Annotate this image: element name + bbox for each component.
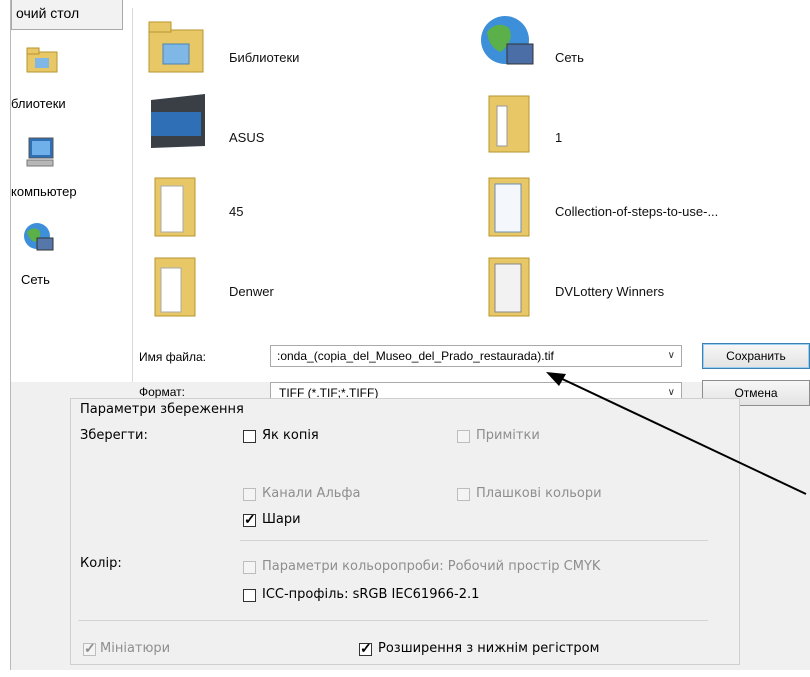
- layers-label: Шари: [262, 512, 301, 527]
- color-label: Колір:: [80, 556, 122, 571]
- file-name: ASUS: [229, 130, 265, 145]
- thumbnails-checkbox[interactable]: ✓: [83, 640, 96, 656]
- proof-setup-label: Параметри кольоропроби: Робочий простір …: [262, 559, 601, 574]
- sidebar-item-label: блиотеки: [11, 96, 66, 111]
- file-name: Сеть: [555, 50, 584, 65]
- filename-value: :onda_(copia_del_Museo_del_Prado_restaur…: [277, 349, 554, 363]
- asus-drive-icon: [151, 94, 205, 148]
- file-name: 45: [229, 204, 244, 219]
- spot-colors-checkbox[interactable]: [457, 488, 470, 501]
- file-name: Collection-of-steps-to-use-...: [555, 204, 719, 219]
- annotation-arrow-icon: [546, 372, 807, 495]
- as-copy-label: Як копія: [262, 428, 319, 443]
- filename-label: Имя файла:: [139, 350, 206, 364]
- file-name: 1: [555, 130, 563, 145]
- notes-checkbox[interactable]: [457, 430, 470, 443]
- lowercase-extension-label: Розширення з нижнім регістром: [378, 641, 600, 656]
- list-item[interactable]: 45: [145, 172, 445, 242]
- divider: [240, 540, 708, 541]
- sidebar-item-desktop[interactable]: очий стол: [11, 0, 123, 30]
- network-globe-icon: [481, 16, 534, 65]
- folder-icon: [154, 257, 196, 317]
- file-name: Библиотеки: [229, 50, 300, 65]
- checkmark-icon: ✓: [360, 640, 372, 656]
- libraries-icon: [26, 47, 58, 73]
- thumbnails-label: Мініатюри: [100, 641, 171, 656]
- alpha-label: Канали Альфа: [262, 486, 361, 501]
- navigation-pane: блиотеки компьютер Сеть: [11, 8, 133, 382]
- group-title: Параметри збереження: [80, 402, 244, 417]
- sidebar-item-label: компьютер: [11, 184, 77, 199]
- notes-label: Примітки: [476, 428, 540, 443]
- lowercase-extension-checkbox[interactable]: ✓: [359, 640, 372, 656]
- sidebar-item-label: Сеть: [21, 272, 50, 287]
- computer-icon: [26, 137, 54, 167]
- folder-icon: [488, 95, 530, 153]
- layers-checkbox[interactable]: ✓: [243, 511, 256, 527]
- checkmark-icon: ✓: [244, 511, 256, 527]
- format-label: Формат:: [139, 385, 185, 399]
- as-copy-checkbox[interactable]: [243, 430, 256, 443]
- list-item[interactable]: Denwer: [145, 252, 445, 322]
- window-left-edge: [0, 0, 11, 677]
- list-item[interactable]: Сеть: [479, 10, 799, 80]
- alpha-checkbox[interactable]: [243, 488, 256, 501]
- icc-profile-label: ICC-профіль: sRGB IEC61966-2.1: [262, 587, 480, 602]
- network-icon: [24, 223, 54, 251]
- folder-icon: [488, 257, 530, 317]
- list-item[interactable]: Collection-of-steps-to-use-...: [479, 172, 799, 242]
- window-bottom-edge: [0, 670, 810, 677]
- file-name: DVLottery Winners: [555, 284, 665, 299]
- list-item[interactable]: 1: [479, 92, 799, 162]
- proof-setup-checkbox[interactable]: [243, 561, 256, 574]
- folder-icon: [488, 177, 530, 237]
- file-name: Denwer: [229, 284, 274, 299]
- folder-icon: [154, 177, 196, 237]
- file-list: Библиотеки Сеть ASUS 1 45 Collection-of-…: [133, 8, 810, 334]
- save-label: Зберегти:: [80, 428, 148, 443]
- chevron-down-icon[interactable]: ∨: [668, 346, 675, 366]
- list-item[interactable]: Библиотеки: [145, 10, 445, 80]
- libraries-folder-icon: [148, 21, 204, 73]
- icc-profile-checkbox[interactable]: [243, 589, 256, 602]
- checkmark-icon: ✓: [84, 640, 96, 656]
- list-item[interactable]: ASUS: [145, 92, 445, 162]
- list-item[interactable]: DVLottery Winners: [479, 252, 799, 322]
- divider: [78, 620, 708, 621]
